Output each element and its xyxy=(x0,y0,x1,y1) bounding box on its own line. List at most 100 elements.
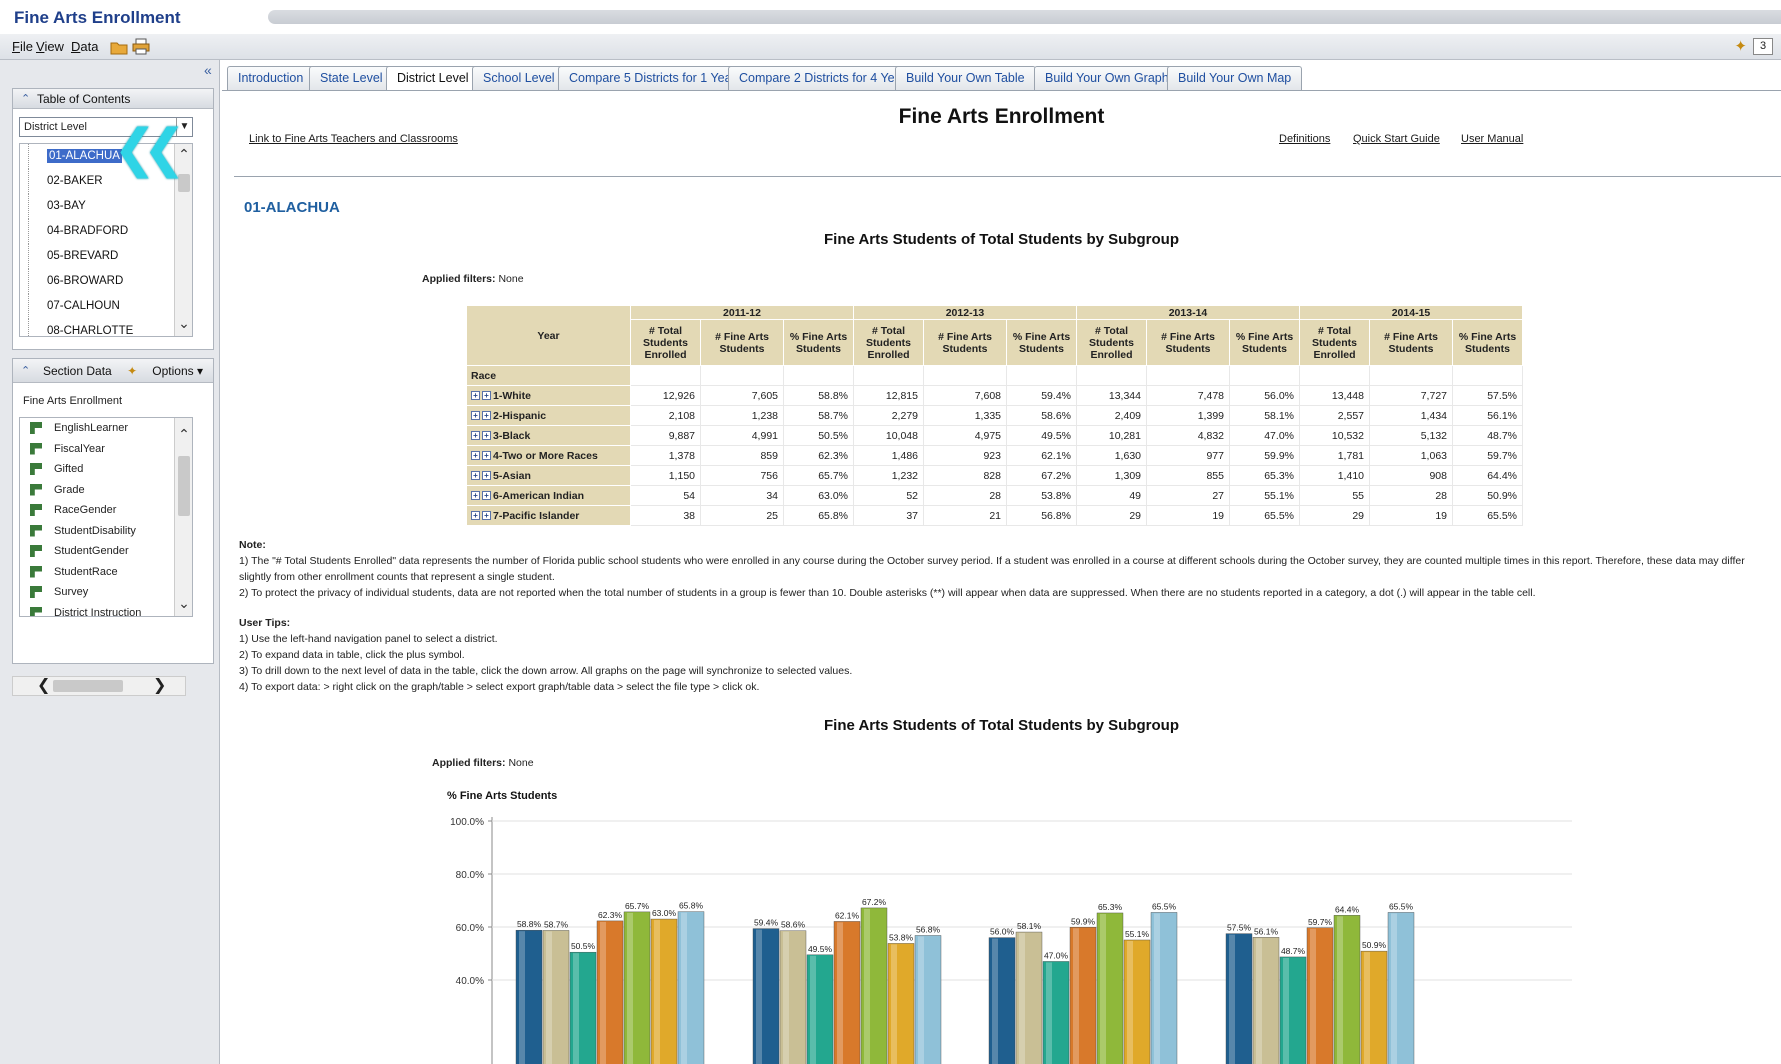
expand-plus-icon[interactable]: + xyxy=(471,471,480,481)
empty-cell xyxy=(1006,365,1077,386)
bar-chart[interactable]: % Fine Arts Students 100.0% 80.0% 60.0% 40.0… xyxy=(392,791,1772,1064)
page-number-box[interactable]: 3 xyxy=(1753,38,1773,55)
row-label[interactable]: + +5-Asian xyxy=(466,465,631,486)
toc-header[interactable]: ⌃ Table of Contents xyxy=(13,89,213,109)
field-item[interactable]: StudentRace xyxy=(20,562,192,583)
expand-plus-icon[interactable]: + xyxy=(482,491,491,501)
district-list-scrollbar[interactable]: ⌃ ⌄ xyxy=(174,144,192,336)
expand-plus-icon[interactable]: + xyxy=(471,411,480,421)
report-title: Fine Arts Enrollment xyxy=(898,105,1105,128)
menu-data[interactable]: Data xyxy=(71,39,98,54)
chevron-down-icon[interactable]: ▼ xyxy=(176,118,192,136)
row-label[interactable]: + +7-Pacific Islander xyxy=(466,505,631,526)
tab-build-your-own-map[interactable]: Build Your Own Map xyxy=(1167,66,1303,90)
table-cell: 27 xyxy=(1146,485,1230,506)
scroll-thumb[interactable] xyxy=(53,680,123,692)
tab-build-your-own-table[interactable]: Build Your Own Table xyxy=(895,66,1036,90)
table-cell: 49 xyxy=(1076,485,1147,506)
refresh-section-icon[interactable]: ✦ xyxy=(127,364,137,378)
collapse-chevron-icon[interactable]: ⌃ xyxy=(21,359,30,383)
refresh-icon[interactable]: ✦ xyxy=(1734,37,1747,55)
district-item[interactable]: 07-CALHOUN xyxy=(28,294,192,319)
dimension-icon xyxy=(30,463,42,475)
expand-plus-icon[interactable]: + xyxy=(471,491,480,501)
y-tick-label: 60.0% xyxy=(456,923,484,934)
tab-district-level[interactable]: District Level xyxy=(386,66,480,91)
menu-file[interactable]: File xyxy=(12,39,33,54)
scroll-left-icon[interactable]: ❮ xyxy=(37,677,50,695)
expand-plus-icon[interactable]: + xyxy=(482,411,491,421)
options-label: Options xyxy=(152,364,194,378)
collapse-panel-icon[interactable]: « xyxy=(204,62,212,78)
district-item[interactable]: 05-BREVARD xyxy=(28,244,192,269)
link-definitions[interactable]: Definitions xyxy=(1279,133,1330,145)
options-button[interactable]: Options ▾ xyxy=(152,359,203,383)
expand-plus-icon[interactable]: + xyxy=(471,451,480,461)
collapse-chevron-icon[interactable]: ⌃ xyxy=(21,89,30,109)
row-label[interactable]: + +3-Black xyxy=(466,425,631,446)
expand-plus-icon[interactable]: + xyxy=(482,391,491,401)
print-icon[interactable] xyxy=(132,38,150,55)
expand-plus-icon[interactable]: + xyxy=(482,451,491,461)
expand-plus-icon[interactable]: + xyxy=(471,391,480,401)
tab-state-level[interactable]: State Level xyxy=(309,66,394,90)
dimension-icon xyxy=(30,606,42,616)
field-list-hscrollbar[interactable]: ❮ ❯ xyxy=(12,676,186,696)
expand-plus-icon[interactable]: + xyxy=(471,431,480,441)
field-item[interactable]: EnglishLearner xyxy=(20,418,192,439)
expand-plus-icon[interactable]: + xyxy=(471,511,480,521)
link-user-manual[interactable]: User Manual xyxy=(1461,133,1523,145)
scroll-down-icon[interactable]: ⌄ xyxy=(175,595,192,612)
scroll-up-icon[interactable]: ⌃ xyxy=(175,426,192,443)
field-item[interactable]: District Instruction xyxy=(20,603,192,616)
tab-introduction[interactable]: Introduction xyxy=(227,66,315,90)
row-label[interactable]: + +2-Hispanic xyxy=(466,405,631,426)
expand-plus-icon[interactable]: + xyxy=(482,511,491,521)
district-item[interactable]: 03-BAY xyxy=(28,194,192,219)
field-item[interactable]: Survey xyxy=(20,582,192,603)
section-data-header[interactable]: ⌃ Section Data ✦ Options ▾ xyxy=(13,359,213,383)
row-label[interactable]: + +6-American Indian xyxy=(466,485,631,506)
y-tick-label: 80.0% xyxy=(456,870,484,881)
race-label: 3-Black xyxy=(493,429,531,442)
field-item[interactable]: Grade xyxy=(20,480,192,501)
open-folder-icon[interactable] xyxy=(110,38,128,55)
title-rule xyxy=(268,10,1781,24)
field-list-scrollbar[interactable]: ⌃ ⌄ xyxy=(174,418,192,616)
tab-compare-2-districts-for-4-years[interactable]: Compare 2 Districts for 4 Years xyxy=(728,66,923,90)
empty-cell xyxy=(1369,365,1453,386)
tab-school-level[interactable]: School Level xyxy=(472,66,566,90)
field-item[interactable]: Gifted xyxy=(20,459,192,480)
link-quick-start[interactable]: Quick Start Guide xyxy=(1353,133,1440,145)
bar-highlight xyxy=(1256,938,1262,1064)
field-item[interactable]: RaceGender xyxy=(20,500,192,521)
scroll-down-icon[interactable]: ⌄ xyxy=(175,315,192,332)
district-item[interactable]: 04-BRADFORD xyxy=(28,219,192,244)
data-label: 59.7% xyxy=(1308,917,1333,927)
row-label[interactable]: + +1-White xyxy=(466,385,631,406)
link-teachers[interactable]: Link to Fine Arts Teachers and Classroom… xyxy=(249,133,458,145)
table-cell: 977 xyxy=(1146,445,1230,466)
district-item[interactable]: 08-CHARLOTTE xyxy=(28,319,192,336)
menu-view[interactable]: View xyxy=(36,39,64,54)
bar-highlight xyxy=(891,944,897,1064)
table-cell: 859 xyxy=(700,445,784,466)
field-item[interactable]: StudentGender xyxy=(20,541,192,562)
data-label: 56.8% xyxy=(916,924,941,934)
scroll-right-icon[interactable]: ❯ xyxy=(153,677,166,695)
field-item[interactable]: StudentDisability xyxy=(20,521,192,542)
table-cell: 58.8% xyxy=(783,385,854,406)
district-item[interactable]: 06-BROWARD xyxy=(28,269,192,294)
scroll-thumb[interactable] xyxy=(178,456,190,516)
bar-highlight xyxy=(1283,957,1289,1064)
table-cell: 59.9% xyxy=(1229,445,1300,466)
field-item[interactable]: FiscalYear xyxy=(20,439,192,460)
expand-plus-icon[interactable]: + xyxy=(482,431,491,441)
table-cell: 58.1% xyxy=(1229,405,1300,426)
scroll-up-icon[interactable]: ⌃ xyxy=(175,146,192,163)
scroll-thumb[interactable] xyxy=(178,174,190,192)
expand-plus-icon[interactable]: + xyxy=(482,471,491,481)
tab-compare-5-districts-for-1-year[interactable]: Compare 5 Districts for 1 Year xyxy=(558,66,747,90)
tab-build-your-own-graph[interactable]: Build Your Own Graph xyxy=(1034,66,1180,90)
row-label[interactable]: + +4-Two or More Races xyxy=(466,445,631,466)
